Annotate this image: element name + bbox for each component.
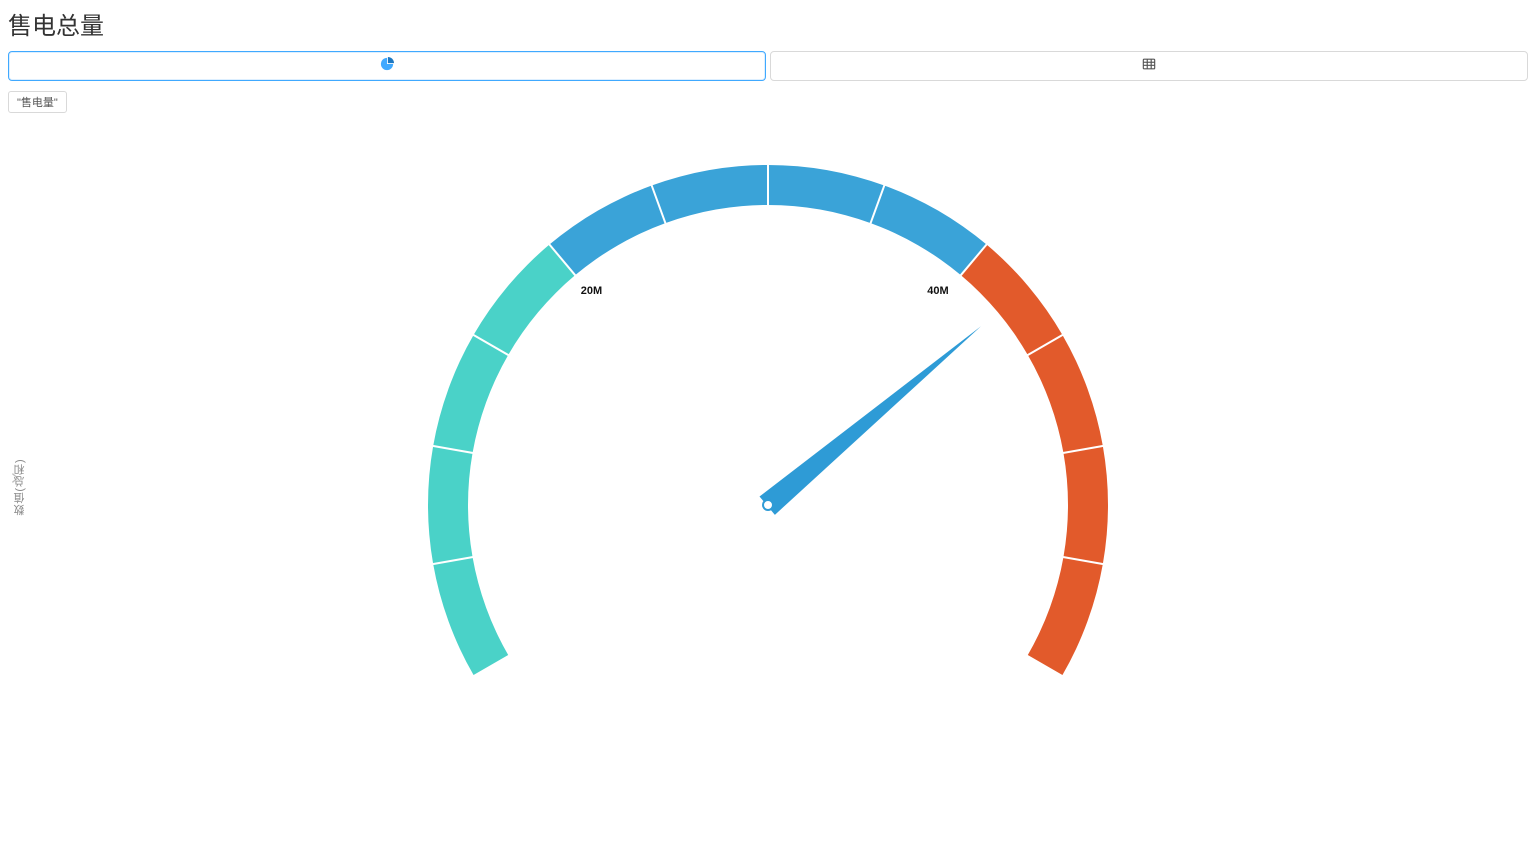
gauge-chart: 20M 40M (408, 110, 1128, 700)
view-tabs (0, 51, 1536, 81)
legend-series-label: "售电量" (17, 94, 58, 110)
tab-chart[interactable] (8, 51, 766, 81)
tick-label-40m: 40M (927, 285, 948, 297)
y-axis-label: 数值(总和) (12, 458, 28, 515)
tick-label-20m: 20M (581, 285, 602, 297)
tab-table[interactable] (770, 51, 1528, 81)
chart-area: 数值(总和) 20M 40M (0, 110, 1536, 863)
page-title: 售电总量 (0, 0, 1536, 45)
table-icon (1142, 57, 1156, 76)
pie-chart-icon (380, 57, 394, 76)
